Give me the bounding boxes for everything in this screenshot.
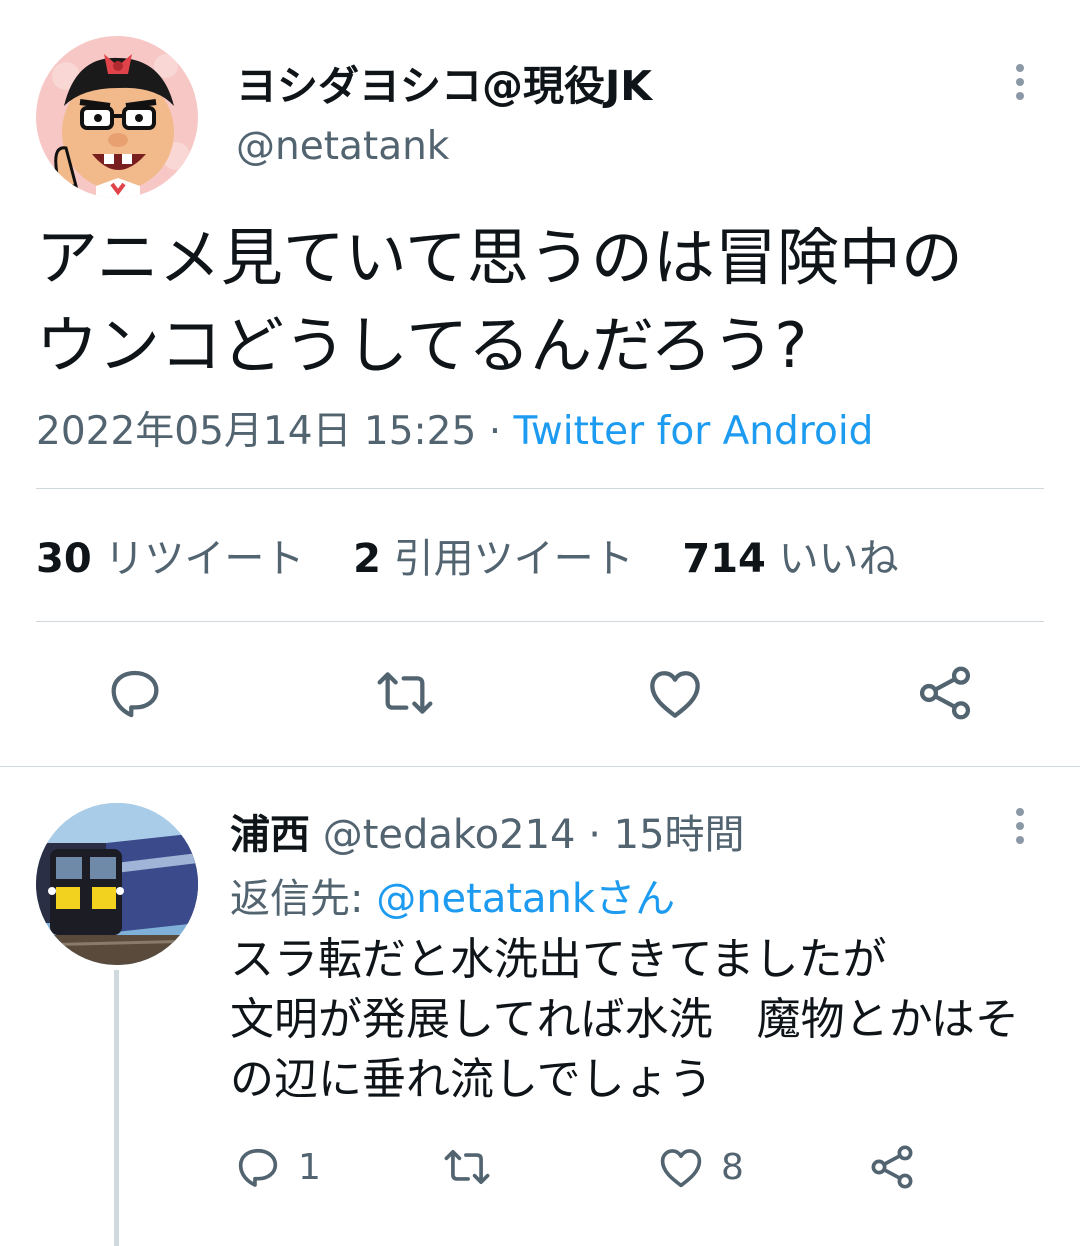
reply-text-line: 文明が発展してれば水洗 魔物とかはそ: [230, 994, 1019, 1045]
replying-mention[interactable]: @netatankさん: [376, 876, 675, 922]
like-count: 8: [721, 1146, 744, 1188]
reply-text-line: スラ転だと水洗出てきてましたが: [230, 934, 887, 985]
quotes-stat[interactable]: 2 引用ツイート: [353, 526, 634, 584]
like-button[interactable]: [643, 661, 707, 725]
tweet-text-line: ウンコどうしてるんだろう?: [36, 309, 808, 382]
tweet-text: アニメ見ていて思うのは冒険中の ウンコどうしてるんだろう?: [36, 214, 1046, 390]
reply-retweet-button[interactable]: [441, 1140, 507, 1194]
author-handle[interactable]: @netatank: [236, 124, 449, 169]
like-icon: [650, 671, 700, 718]
quotes-label: 引用ツイート: [393, 536, 634, 582]
divider: [0, 766, 1080, 767]
retweets-count: 30: [36, 536, 92, 582]
tweet-meta: 2022年05月14日 15:25 · Twitter for Android: [36, 400, 873, 456]
more-vertical-icon[interactable]: [1000, 58, 1040, 106]
likes-label: いいね: [778, 536, 899, 582]
reply-button[interactable]: [103, 661, 167, 725]
reply-count: 1: [298, 1146, 321, 1188]
reply-text: スラ転だと水洗出てきてましたが 文明が発展してれば水洗 魔物とかはそ の辺に垂れ…: [230, 930, 1050, 1110]
reply-author-name[interactable]: 浦西: [230, 812, 310, 858]
reply-separator: ·: [575, 812, 614, 858]
share-icon: [871, 1145, 913, 1189]
replying-prefix: 返信先:: [230, 876, 377, 922]
tweet-timestamp[interactable]: 2022年05月14日 15:25: [36, 409, 476, 454]
reply-time[interactable]: 15時間: [614, 812, 745, 858]
author-avatar[interactable]: [36, 36, 198, 198]
quotes-count: 2: [353, 536, 381, 582]
reply-icon: [238, 1148, 278, 1187]
author-display-name[interactable]: ヨシダヨシコ@現役JK: [236, 52, 652, 112]
tweet-text-line: アニメ見ていて思うのは冒険中の: [36, 221, 963, 294]
retweets-stat[interactable]: 30 リツイート: [36, 526, 304, 584]
reply-reply-button[interactable]: 1: [232, 1140, 321, 1194]
divider: [36, 621, 1044, 622]
reply-like-button[interactable]: 8: [655, 1140, 744, 1194]
reply-author-avatar[interactable]: [36, 803, 198, 965]
likes-stat[interactable]: 714 いいね: [682, 526, 898, 584]
likes-count: 714: [682, 536, 766, 582]
retweet-icon: [444, 1149, 490, 1185]
tweet-stats: 30 リツイート 2 引用ツイート 714 いいね: [36, 526, 935, 584]
reply-author-handle[interactable]: @tedako214: [323, 812, 576, 858]
retweet-button[interactable]: [373, 661, 437, 725]
thread-connector-line: [114, 970, 119, 1246]
reply-header: 浦西 @tedako214 · 15時間: [230, 802, 745, 860]
reply-share-button[interactable]: [866, 1140, 918, 1194]
retweet-icon: [377, 672, 433, 714]
share-button[interactable]: [913, 661, 977, 725]
replying-to: 返信先: @netatankさん: [230, 866, 675, 924]
reply-text-line: の辺に垂れ流しでしょう: [230, 1054, 713, 1105]
share-icon: [919, 666, 971, 720]
more-vertical-icon[interactable]: [1000, 802, 1040, 850]
reply-icon: [111, 670, 159, 718]
tweet-source[interactable]: Twitter for Android: [514, 409, 874, 454]
meta-separator: ·: [476, 409, 514, 454]
divider: [36, 488, 1044, 489]
retweets-label: リツイート: [104, 536, 305, 582]
like-icon: [660, 1149, 702, 1188]
